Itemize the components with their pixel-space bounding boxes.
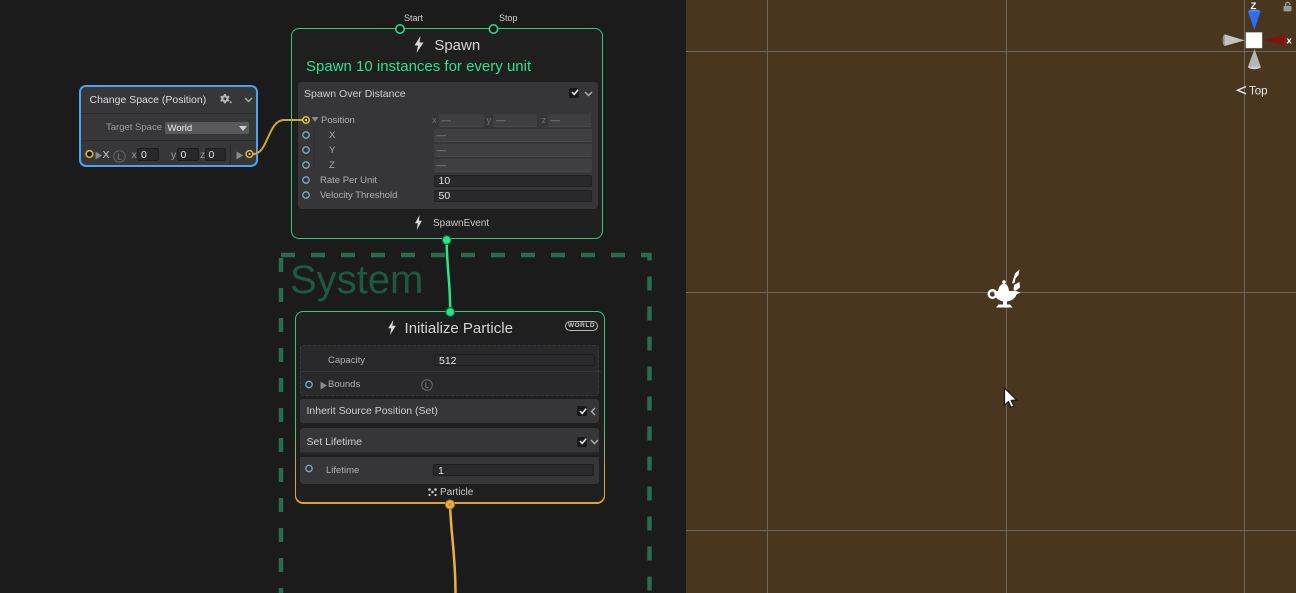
svg-text:x: x: [1287, 36, 1293, 47]
svg-text:Start: Start: [404, 13, 424, 23]
svg-text:Top: Top: [1249, 86, 1268, 98]
svg-text:Stop: Stop: [499, 13, 518, 23]
svg-text:Z: Z: [1251, 1, 1257, 12]
